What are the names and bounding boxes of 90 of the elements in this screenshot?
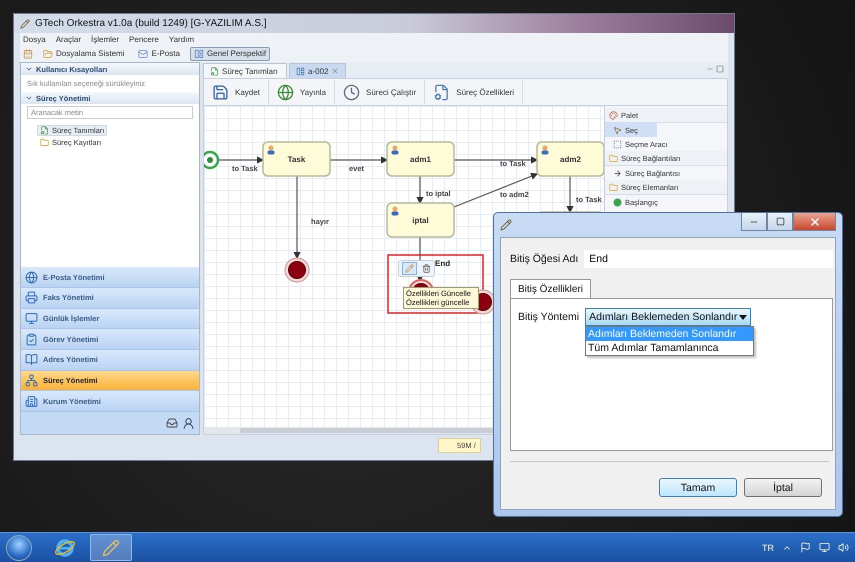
tray-icon[interactable]	[166, 417, 178, 429]
field-label: Bitiş Yöntemi	[518, 311, 580, 323]
document-icon	[210, 66, 219, 76]
dialog-button[interactable]: İptal	[744, 478, 822, 497]
menu-item[interactable]: İşlemler	[91, 34, 120, 44]
panel-icon	[194, 48, 204, 58]
dialog-tab[interactable]: Bitiş Özellikleri	[510, 279, 592, 298]
document-icon	[40, 126, 49, 135]
save-icon	[212, 84, 229, 100]
task-node[interactable]	[262, 141, 331, 177]
chevron-icon	[25, 94, 33, 102]
printer-icon	[25, 291, 38, 304]
flag-icon[interactable]	[800, 542, 811, 553]
clipboard-check-icon	[25, 332, 38, 346]
globe-icon	[25, 270, 38, 284]
maximize-button[interactable]	[767, 213, 793, 231]
task-label: adm2	[560, 155, 581, 164]
method-dropdown[interactable]: Adımları Beklemeden Sonlandır	[585, 308, 752, 326]
field-label: Bitiş Öğesi Adı	[510, 253, 578, 265]
editor-tab[interactable]: a-002	[289, 63, 346, 78]
task-node[interactable]	[536, 141, 604, 177]
name-field[interactable]: End	[584, 250, 833, 268]
maximize-icon	[776, 217, 784, 226]
toolbar-button[interactable]: Dosyalama Sistemi	[39, 46, 128, 60]
user-icon	[392, 146, 398, 154]
user-icon	[392, 206, 398, 216]
envelope-icon	[138, 48, 148, 58]
action-button[interactable]: Süreci Çalıştır	[335, 80, 426, 104]
calendar-icon[interactable]	[23, 48, 33, 58]
folder-icon	[609, 182, 618, 192]
folder-icon	[609, 154, 618, 162]
action-button[interactable]: Yayınla	[268, 80, 335, 104]
start-event-icon	[613, 198, 622, 206]
clock-icon	[343, 84, 360, 100]
diagram-icon	[296, 66, 305, 76]
task-label: adm1	[410, 155, 431, 164]
volume-icon[interactable]	[838, 542, 849, 553]
globe-icon	[276, 84, 294, 100]
folder-icon	[40, 138, 49, 147]
monitor-icon[interactable]	[819, 542, 830, 553]
dropdown-option[interactable]: Tüm Adımlar Tamamlanınca	[586, 341, 753, 355]
pen-icon	[20, 18, 30, 28]
browser-logo-icon	[54, 538, 76, 558]
task-node[interactable]	[386, 141, 455, 177]
caret-icon	[739, 314, 748, 320]
start-button[interactable]	[6, 534, 32, 560]
toolbar-button[interactable]: E-Posta	[134, 46, 184, 60]
close-icon	[808, 216, 820, 228]
close-button[interactable]	[793, 213, 836, 231]
pen-icon	[102, 538, 120, 556]
task-label: iptal	[412, 216, 429, 225]
palette-icon	[609, 110, 618, 120]
dialog-button[interactable]: Tamam	[659, 478, 737, 497]
pen-icon	[500, 219, 512, 231]
dashed-square-icon	[613, 140, 622, 148]
action-button[interactable]: Kaydet	[204, 80, 269, 104]
building-icon	[25, 394, 38, 408]
connector-arrow[interactable]	[454, 172, 538, 208]
connector-arrow[interactable]	[330, 156, 388, 164]
start-node[interactable]	[204, 150, 220, 170]
menu-item[interactable]: Yardım	[168, 34, 194, 44]
connector-arrow[interactable]	[293, 176, 301, 260]
user-icon[interactable]	[182, 416, 195, 430]
monitor-icon	[25, 312, 38, 325]
editor-tab[interactable]: Süreç Tanımları	[203, 63, 287, 78]
document-settings-icon	[433, 84, 450, 100]
toolbar-button[interactable]: Genel Perspektif	[190, 46, 270, 60]
menu-item[interactable]: Dosya	[23, 34, 46, 44]
window-title: GTech Orkestra v1.0a (build 1249) [G-YAZILIM A.S.]	[35, 18, 267, 29]
connector-arrow[interactable]	[416, 176, 424, 204]
menu-item[interactable]: Pencere	[129, 34, 159, 44]
action-button[interactable]: Süreç Özellikleri	[425, 80, 524, 104]
trash-icon	[422, 264, 431, 273]
pointer-icon	[613, 126, 622, 134]
connector-arrow[interactable]	[218, 156, 264, 164]
folder-icon	[43, 48, 53, 58]
menu-item[interactable]: Araçlar	[56, 34, 82, 44]
chevron-icon	[25, 65, 33, 73]
task-node[interactable]	[386, 202, 455, 238]
end-label: End	[435, 259, 450, 268]
network-icon	[25, 374, 38, 387]
user-icon	[268, 146, 274, 154]
pencil-icon	[405, 264, 414, 273]
connector-arrow[interactable]	[566, 176, 574, 214]
end-node[interactable]	[284, 258, 310, 282]
task-label: Task	[288, 155, 306, 164]
language-indicator[interactable]: TR	[762, 542, 774, 552]
book-icon	[25, 353, 38, 366]
arrow-right-icon	[613, 168, 622, 178]
user-icon	[542, 146, 548, 154]
